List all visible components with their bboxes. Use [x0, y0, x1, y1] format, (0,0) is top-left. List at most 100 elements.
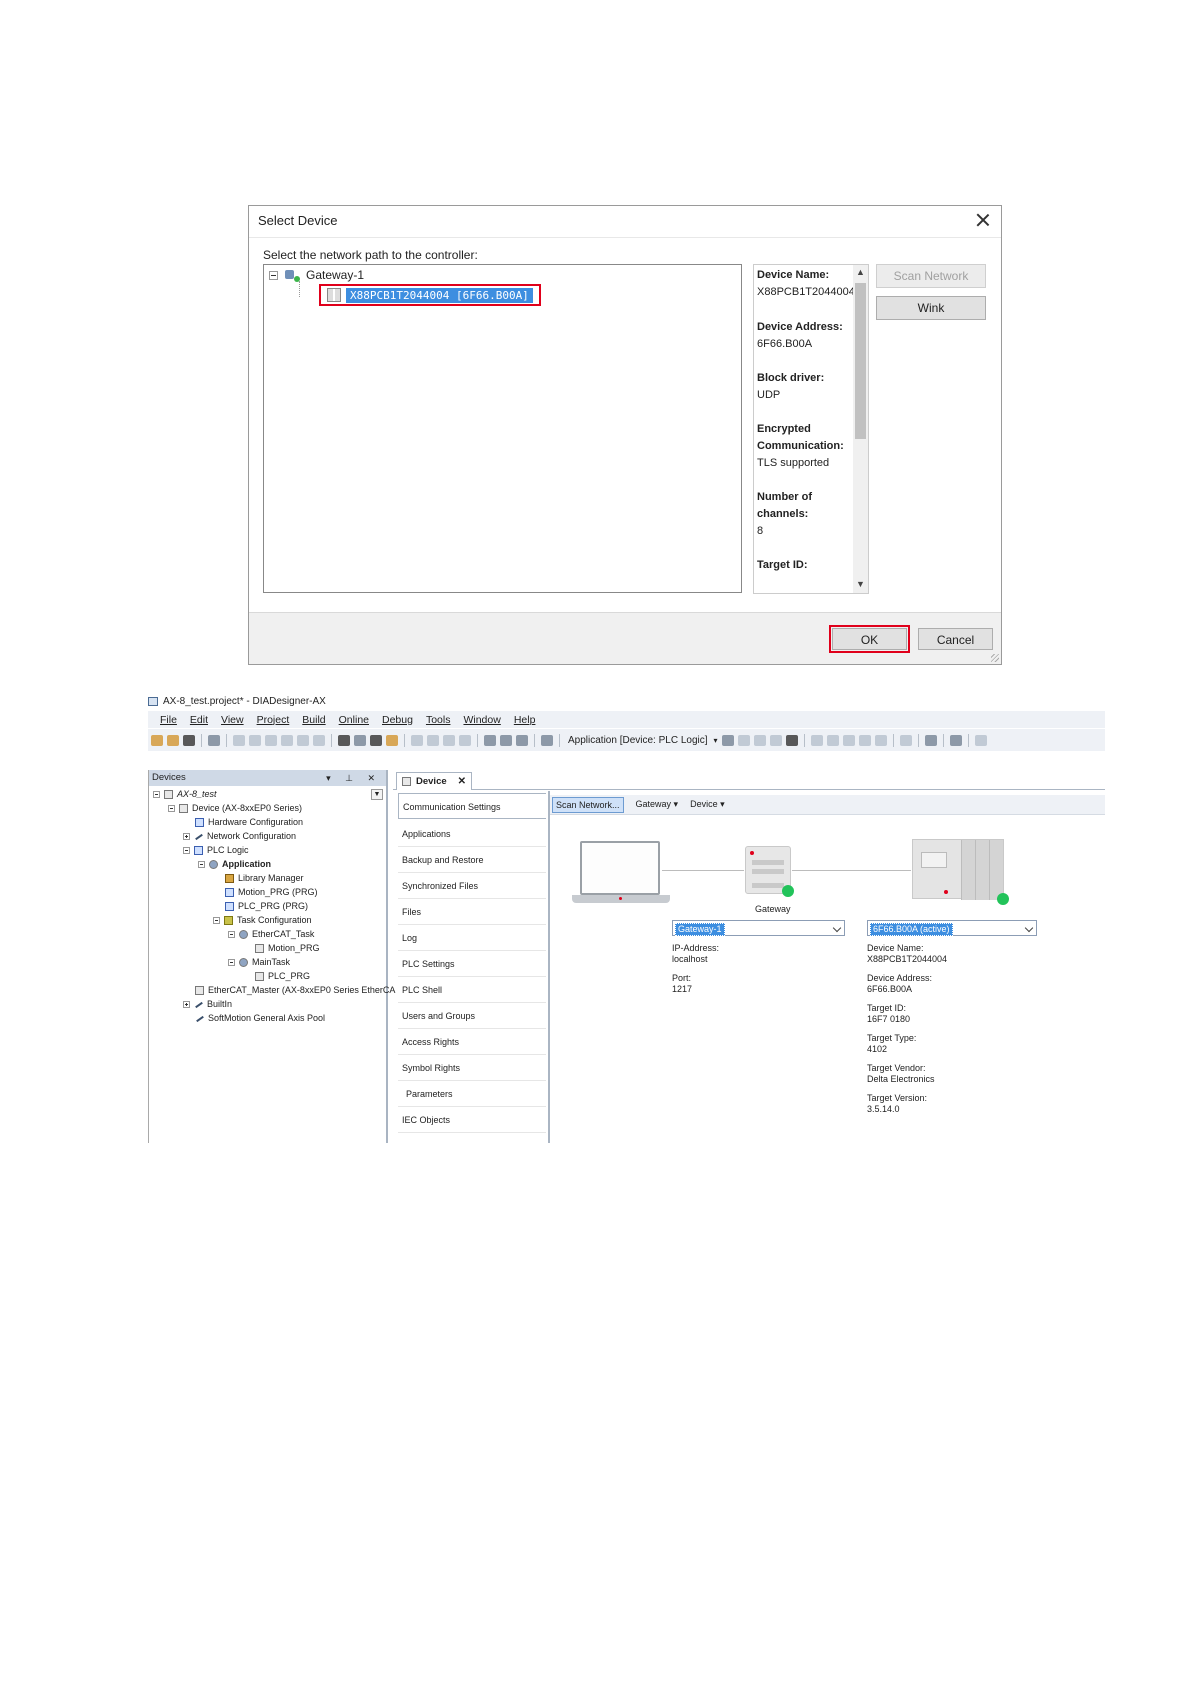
- redo-icon[interactable]: [249, 734, 261, 746]
- delete-icon[interactable]: [313, 734, 325, 746]
- print-icon[interactable]: [208, 734, 220, 746]
- tree-item-task-plc-prg[interactable]: PLC_PRG: [255, 971, 310, 981]
- collapse-icon[interactable]: [269, 270, 278, 280]
- save-icon[interactable]: [183, 734, 195, 746]
- tree-item-library-manager[interactable]: Library Manager: [225, 873, 304, 883]
- bookmark-icon[interactable]: [386, 734, 398, 746]
- side-tab-applications[interactable]: Applications: [398, 821, 546, 847]
- cancel-button[interactable]: Cancel: [918, 628, 993, 650]
- chevron-down-icon[interactable]: [832, 923, 842, 933]
- build-icon[interactable]: [484, 734, 496, 746]
- tree-item-maintask[interactable]: MainTask: [228, 957, 290, 967]
- bookmark-toggle-icon[interactable]: [411, 734, 423, 746]
- open-icon[interactable]: [167, 734, 179, 746]
- login-icon[interactable]: [721, 734, 734, 746]
- scroll-thumb[interactable]: [855, 283, 866, 439]
- side-tab-communication-settings[interactable]: Communication Settings: [398, 793, 546, 819]
- side-tab-parameters[interactable]: Parameters: [398, 1081, 546, 1107]
- info-scrollbar[interactable]: ▲ ▼: [853, 265, 868, 593]
- scan-network-button[interactable]: Scan Network...: [552, 796, 624, 813]
- menu-edit[interactable]: Edit: [190, 714, 208, 726]
- calendar-icon[interactable]: [541, 734, 553, 746]
- resize-grip[interactable]: [991, 654, 999, 662]
- menu-window[interactable]: Window: [463, 714, 500, 726]
- menu-online[interactable]: Online: [339, 714, 369, 726]
- menu-tools[interactable]: Tools: [426, 714, 451, 726]
- ok-button[interactable]: OK: [829, 625, 910, 653]
- tree-item-motion-prg[interactable]: Motion_PRG (PRG): [225, 887, 318, 897]
- step-out-icon[interactable]: [858, 734, 871, 746]
- start-icon[interactable]: [753, 734, 766, 746]
- side-tab-log[interactable]: Log: [398, 925, 546, 951]
- close-icon[interactable]: ✕: [458, 776, 466, 787]
- side-tab-plc-settings[interactable]: PLC Settings: [398, 951, 546, 977]
- tree-item-ethercat-master[interactable]: EtherCAT_Master (AX-8xxEP0 Series EtherC…: [195, 985, 395, 995]
- bookmark-prev-icon[interactable]: [443, 734, 455, 746]
- monitor-icon[interactable]: [924, 734, 937, 746]
- tab-device[interactable]: Device ✕: [396, 772, 472, 790]
- device-menu[interactable]: Device ▾: [690, 799, 725, 810]
- side-tab-users-groups[interactable]: Users and Groups: [398, 1003, 546, 1029]
- tree-item-plc-prg[interactable]: PLC_PRG (PRG): [225, 901, 308, 911]
- side-tab-synchronized-files[interactable]: Synchronized Files: [398, 873, 546, 899]
- menu-help[interactable]: Help: [514, 714, 536, 726]
- tree-item-application[interactable]: Application: [198, 859, 271, 869]
- undo-icon[interactable]: [233, 734, 245, 746]
- scroll-down-icon[interactable]: ▼: [855, 579, 866, 591]
- export-icon[interactable]: [516, 734, 528, 746]
- menu-build[interactable]: Build: [302, 714, 325, 726]
- device-select[interactable]: 6F66.B00A (active): [867, 920, 1037, 936]
- bookmark-clear-icon[interactable]: [459, 734, 471, 746]
- side-tab-plc-shell[interactable]: PLC Shell: [398, 977, 546, 1003]
- replace-icon[interactable]: [354, 734, 366, 746]
- tree-item-ethercat-task[interactable]: EtherCAT_Task: [228, 929, 314, 939]
- menu-project[interactable]: Project: [257, 714, 290, 726]
- active-application-select[interactable]: Application [Device: PLC Logic]: [568, 735, 708, 746]
- copy-icon[interactable]: [281, 734, 293, 746]
- breakpoint-icon[interactable]: [810, 734, 823, 746]
- find-icon[interactable]: [338, 734, 350, 746]
- gateway-menu[interactable]: Gateway ▾: [636, 799, 679, 810]
- options-icon[interactable]: [974, 734, 987, 746]
- side-tab-access-rights[interactable]: Access Rights: [398, 1029, 546, 1055]
- tree-item-hardware-config[interactable]: Hardware Configuration: [195, 817, 303, 827]
- scroll-up-icon[interactable]: ▲: [855, 267, 866, 279]
- tree-item-project[interactable]: AX-8_test: [153, 789, 217, 799]
- display-mode-icon[interactable]: [949, 734, 962, 746]
- chevron-down-icon[interactable]: [1024, 923, 1034, 933]
- tree-item-task-motion-prg[interactable]: Motion_PRG: [255, 943, 320, 953]
- reset-icon[interactable]: [785, 734, 798, 746]
- menu-debug[interactable]: Debug: [382, 714, 413, 726]
- logout-icon[interactable]: [737, 734, 750, 746]
- scan-network-button[interactable]: Scan Network: [876, 264, 986, 288]
- tree-item-builtin[interactable]: BuiltIn: [183, 999, 232, 1009]
- wink-button[interactable]: Wink: [876, 296, 986, 320]
- tree-node-device[interactable]: X88PCB1T2044004 [6F66.B00A]: [319, 284, 541, 306]
- tree-item-network-config[interactable]: Network Configuration: [183, 831, 296, 841]
- cut-icon[interactable]: [265, 734, 277, 746]
- side-tab-iec-objects[interactable]: IEC Objects: [398, 1107, 546, 1133]
- find-all-icon[interactable]: [370, 734, 382, 746]
- new-icon[interactable]: [151, 734, 163, 746]
- tree-item-axis-pool[interactable]: SoftMotion General Axis Pool: [195, 1013, 325, 1023]
- panel-dropdown-icon[interactable]: ▼: [371, 789, 383, 800]
- network-tree[interactable]: Gateway-1 X88PCB1T2044004 [6F66.B00A]: [263, 264, 742, 593]
- chevron-down-icon[interactable]: ▾: [714, 736, 718, 745]
- tree-node-gateway[interactable]: Gateway-1: [269, 268, 364, 282]
- side-tab-symbol-rights[interactable]: Symbol Rights: [398, 1055, 546, 1081]
- step-over-icon[interactable]: [826, 734, 839, 746]
- bookmark-next-icon[interactable]: [427, 734, 439, 746]
- menu-file[interactable]: File: [160, 714, 177, 726]
- tree-item-device[interactable]: Device (AX-8xxEP0 Series): [168, 803, 302, 813]
- side-tab-backup-restore[interactable]: Backup and Restore: [398, 847, 546, 873]
- generate-icon[interactable]: [500, 734, 512, 746]
- tree-item-task-config[interactable]: Task Configuration: [213, 915, 312, 925]
- paste-icon[interactable]: [297, 734, 309, 746]
- stop-icon[interactable]: [769, 734, 782, 746]
- tree-item-plc-logic[interactable]: PLC Logic: [183, 845, 249, 855]
- gateway-select[interactable]: Gateway-1: [672, 920, 845, 936]
- menu-view[interactable]: View: [221, 714, 244, 726]
- force-icon[interactable]: [874, 734, 887, 746]
- write-values-icon[interactable]: [899, 734, 912, 746]
- step-into-icon[interactable]: [842, 734, 855, 746]
